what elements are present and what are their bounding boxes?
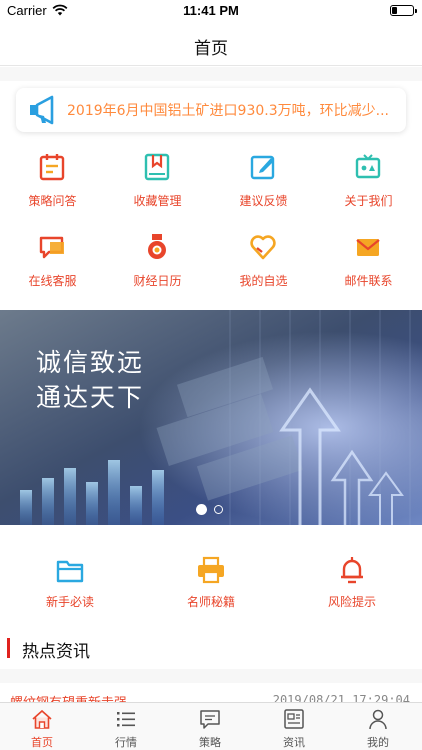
carousel-dot-active[interactable] [196, 504, 207, 515]
megaphone-icon [30, 95, 54, 125]
folder-icon [56, 560, 84, 583]
clock: 11:41 PM [183, 3, 239, 18]
tab-label: 行情 [115, 736, 137, 749]
tab-label: 资讯 [283, 736, 305, 749]
quick-master-tips[interactable]: 名师秘籍 [141, 555, 281, 615]
feature-about-us[interactable]: 关于我们 [316, 148, 421, 218]
calendar-note-icon [39, 154, 65, 181]
feature-strategy-qa[interactable]: 策略问答 [0, 148, 105, 218]
status-bar: Carrier 11:41 PM [0, 0, 422, 22]
bell-icon [341, 557, 363, 584]
tab-profile[interactable]: 我的 [336, 703, 420, 750]
feature-mail-contact[interactable]: 邮件联系 [316, 228, 421, 298]
tab-label: 首页 [31, 736, 53, 749]
quick-label: 新手必读 [45, 595, 94, 609]
news-icon [284, 709, 304, 729]
message-icon [200, 710, 220, 729]
section-accent-bar [7, 638, 10, 658]
notice-text: 2019年6月中国铝土矿进口930.3万吨，环比减少... [67, 103, 389, 119]
navigation-bar: 首页 [0, 22, 422, 66]
feature-label: 关于我们 [344, 194, 393, 208]
tab-home[interactable]: 首页 [0, 703, 84, 750]
feature-label: 收藏管理 [133, 194, 182, 208]
printer-icon [198, 556, 224, 584]
heart-icon [250, 235, 276, 260]
feature-label: 建议反馈 [239, 194, 288, 208]
battery-icon [390, 5, 417, 16]
tab-strategy[interactable]: 策略 [168, 703, 252, 750]
tab-market[interactable]: 行情 [84, 703, 168, 750]
divider [0, 669, 422, 683]
notice-bar[interactable]: 2019年6月中国铝土矿进口930.3万吨，环比减少... [16, 88, 406, 132]
feature-label: 财经日历 [133, 274, 182, 288]
banner-carousel[interactable]: 诚信致远 通达天下 [0, 310, 422, 525]
feature-label: 邮件联系 [344, 274, 393, 288]
mail-icon [356, 239, 380, 256]
carousel-indicator[interactable] [196, 504, 226, 516]
banner-line-1: 诚信致远 [36, 348, 145, 377]
tab-news[interactable]: 资讯 [252, 703, 336, 750]
user-icon [369, 709, 387, 730]
carousel-dot[interactable] [214, 505, 223, 514]
section-title: 热点资讯 [22, 642, 90, 662]
tab-label: 策略 [199, 736, 221, 749]
tab-label: 我的 [367, 736, 389, 749]
feature-feedback[interactable]: 建议反馈 [211, 148, 316, 218]
feature-my-watchlist[interactable]: 我的自选 [211, 228, 316, 298]
quick-label: 风险提示 [327, 595, 376, 609]
divider [0, 67, 422, 81]
quick-risk-warning[interactable]: 风险提示 [282, 555, 422, 615]
feature-label: 我的自选 [239, 274, 288, 288]
banner-line-2: 通达天下 [36, 383, 145, 412]
page-title: 首页 [194, 39, 228, 59]
feature-finance-calendar[interactable]: 财经日历 [105, 228, 210, 298]
medal-icon [148, 234, 166, 259]
feature-label: 在线客服 [28, 274, 77, 288]
chat-icon [39, 236, 64, 259]
feature-label: 策略问答 [28, 194, 77, 208]
tv-icon [355, 154, 381, 179]
feature-online-service[interactable]: 在线客服 [0, 228, 105, 298]
tab-bar: 首页 行情 策略 资讯 我的 [0, 702, 422, 750]
feature-favorites[interactable]: 收藏管理 [105, 148, 210, 218]
list-icon [117, 712, 135, 727]
bookmark-icon [144, 153, 170, 181]
quick-beginner-guide[interactable]: 新手必读 [0, 555, 140, 615]
quick-label: 名师秘籍 [186, 595, 235, 609]
edit-icon [250, 155, 275, 180]
home-icon [32, 709, 52, 729]
